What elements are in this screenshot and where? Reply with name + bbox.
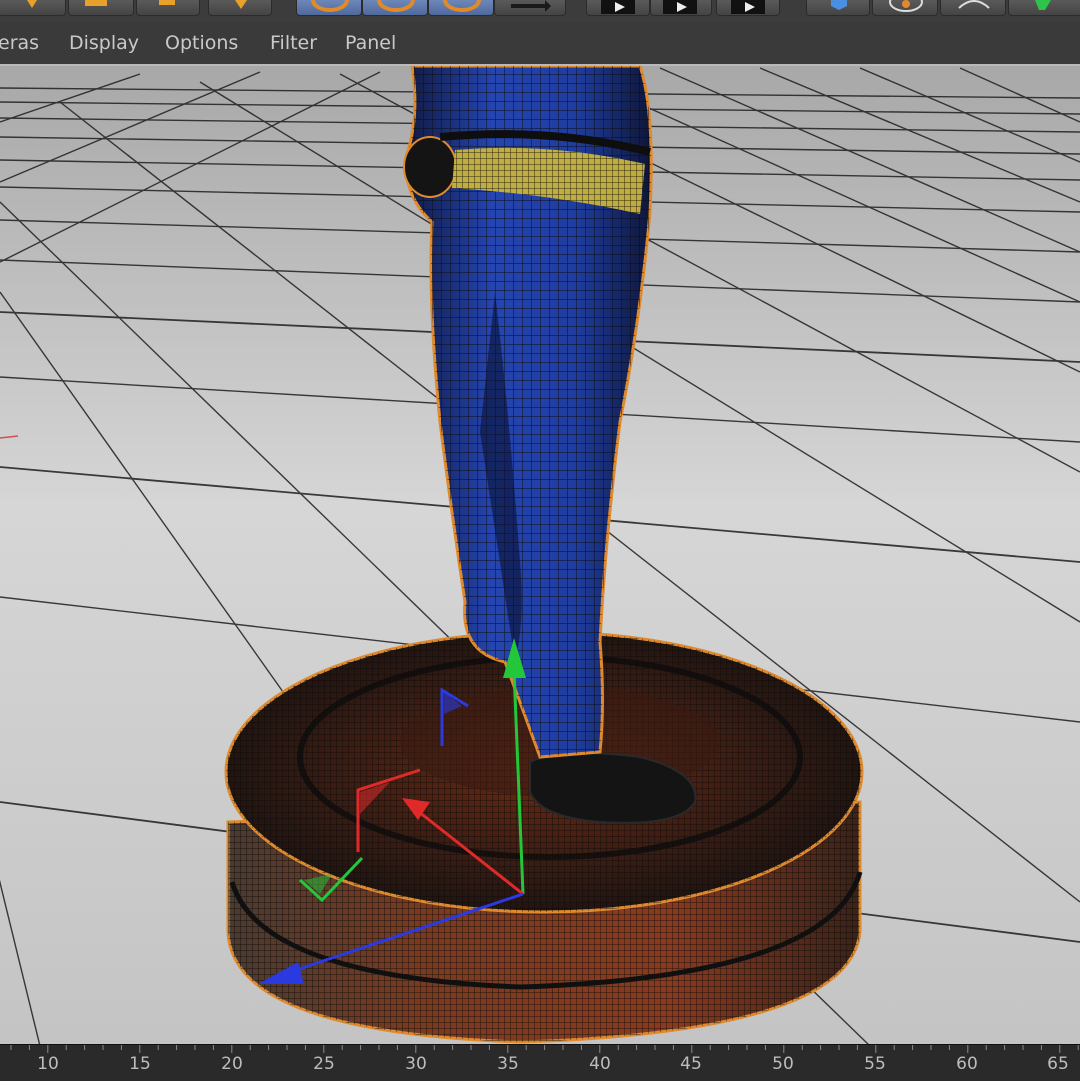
tick-label: 35: [497, 1054, 519, 1074]
tick-label: 15: [129, 1054, 151, 1074]
arrow-icon[interactable]: [494, 0, 566, 16]
render-icon[interactable]: [136, 0, 200, 16]
move-icon[interactable]: [0, 0, 66, 16]
play-icon-1[interactable]: [586, 0, 650, 16]
tick-label: 30: [405, 1054, 427, 1074]
tick-label: 25: [313, 1054, 335, 1074]
gem-icon[interactable]: [1008, 0, 1080, 16]
grid-icon[interactable]: [68, 0, 134, 16]
cube-icon[interactable]: [806, 0, 870, 16]
tick-label: 60: [956, 1054, 978, 1074]
play-icon-2[interactable]: [650, 0, 712, 16]
sphere-icon[interactable]: [872, 0, 938, 16]
menu-panel[interactable]: Panel: [345, 32, 396, 54]
rotate-icon[interactable]: [940, 0, 1006, 16]
tick-label: 10: [37, 1054, 59, 1074]
tick-label: 50: [772, 1054, 794, 1074]
tick-label: 45: [680, 1054, 702, 1074]
menu-options[interactable]: Options: [165, 32, 238, 54]
menu-filter[interactable]: Filter: [270, 32, 317, 54]
pin-icon[interactable]: [208, 0, 272, 16]
play-icon-3[interactable]: [716, 0, 780, 16]
viewport-3d[interactable]: [0, 64, 1080, 1044]
menu-display[interactable]: Display: [69, 32, 139, 54]
timeline-ruler[interactable]: 10 15 20 25 30 35 40 45 50 55 60 65: [0, 1044, 1080, 1081]
tick-label: 65: [1047, 1054, 1069, 1074]
circle-icon-2[interactable]: [362, 0, 428, 16]
tick-label: 20: [221, 1054, 243, 1074]
menu-bar: eras Display Options Filter Panel: [0, 22, 1080, 65]
circle-icon-1[interactable]: [296, 0, 362, 16]
menu-cameras[interactable]: eras: [0, 32, 39, 54]
circle-icon-3[interactable]: [428, 0, 494, 16]
tick-label: 55: [864, 1054, 886, 1074]
top-toolbar: [0, 0, 1080, 23]
tick-label: 40: [589, 1054, 611, 1074]
ruler-ticks: [10, 1045, 1079, 1053]
